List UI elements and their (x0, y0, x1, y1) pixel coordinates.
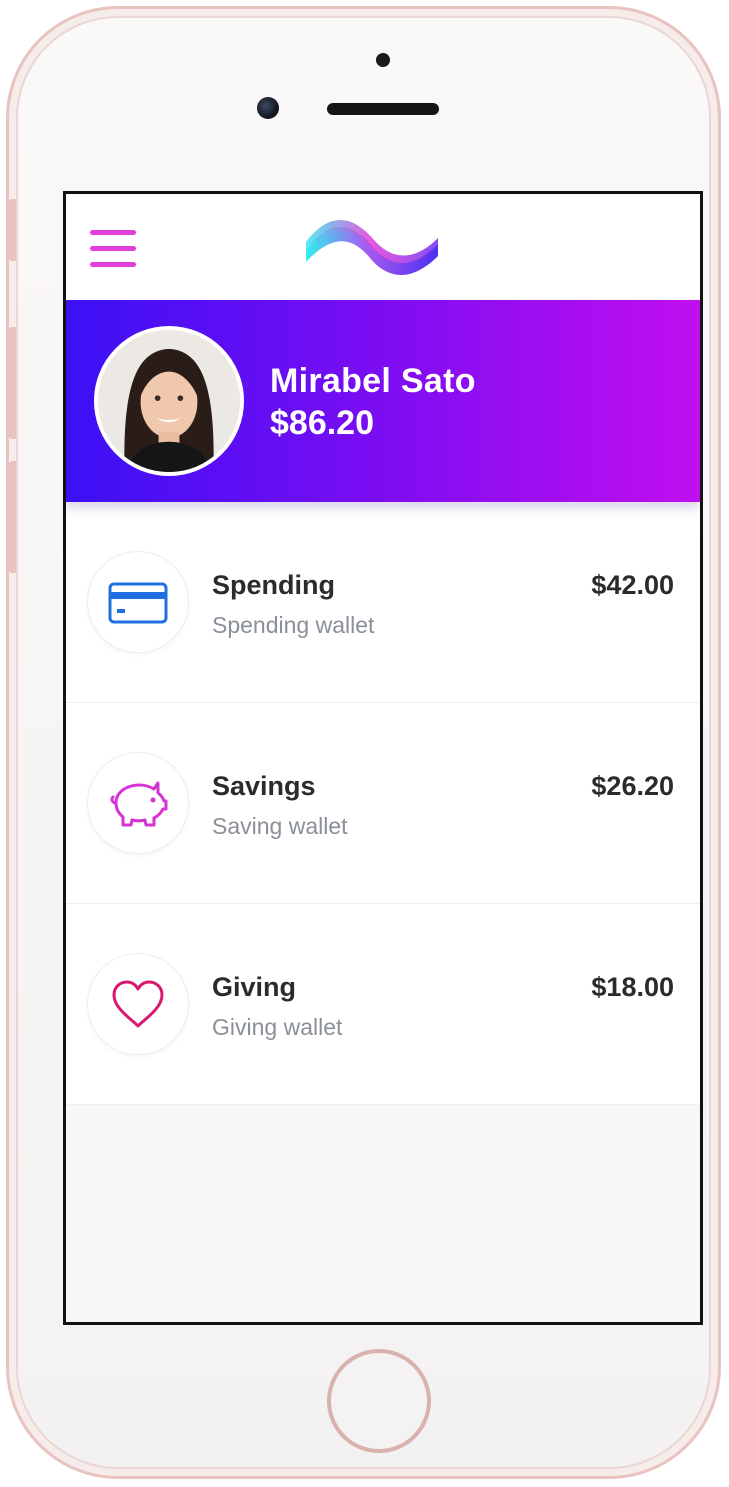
wallet-title: Spending (212, 570, 335, 600)
wallet-title: Savings (212, 771, 316, 801)
wallet-icon-circle (88, 954, 188, 1054)
wallet-subtitle: Spending wallet (212, 612, 375, 638)
wave-logo (306, 219, 438, 275)
avatar[interactable] (94, 326, 244, 476)
wallet-amount: $42.00 (591, 570, 674, 600)
side-button-mute (9, 199, 16, 261)
front-camera (257, 97, 279, 119)
app-screen: Mirabel Sato $86.20 Spending Spending wa… (63, 191, 703, 1325)
wallet-item-spending[interactable]: Spending Spending wallet $42.00 (66, 502, 700, 703)
wallet-amount: $18.00 (591, 972, 674, 1002)
side-button-volume-up (9, 327, 16, 439)
wallet-item-giving[interactable]: Giving Giving wallet $18.00 (66, 904, 700, 1105)
wallet-item-savings[interactable]: Savings Saving wallet $26.20 (66, 703, 700, 904)
profile-balance: $86.20 (270, 404, 374, 442)
phone-frame: Mirabel Sato $86.20 Spending Spending wa… (6, 6, 721, 1479)
wallet-title: Giving (212, 972, 297, 1002)
wallet-amount: $26.20 (591, 771, 674, 801)
profile-banner: Mirabel Sato $86.20 (66, 300, 700, 502)
credit-card-icon (108, 582, 168, 624)
side-button-volume-down (9, 461, 16, 573)
top-bar (66, 194, 700, 300)
wallet-subtitle: Giving wallet (212, 1014, 343, 1040)
profile-name: Mirabel Sato (270, 362, 476, 400)
wallet-icon-circle (88, 753, 188, 853)
piggy-bank-icon (110, 781, 168, 827)
profile-photo (98, 330, 240, 472)
proximity-sensor (376, 53, 390, 67)
wallet-subtitle: Saving wallet (212, 813, 348, 839)
earpiece-speaker (327, 103, 439, 115)
home-button[interactable] (327, 1349, 431, 1453)
hamburger-menu-icon[interactable] (90, 230, 136, 268)
wallet-list: Spending Spending wallet $42.00 Savings … (66, 502, 700, 1105)
heart-icon (112, 980, 164, 1028)
wallet-icon-circle (88, 552, 188, 652)
